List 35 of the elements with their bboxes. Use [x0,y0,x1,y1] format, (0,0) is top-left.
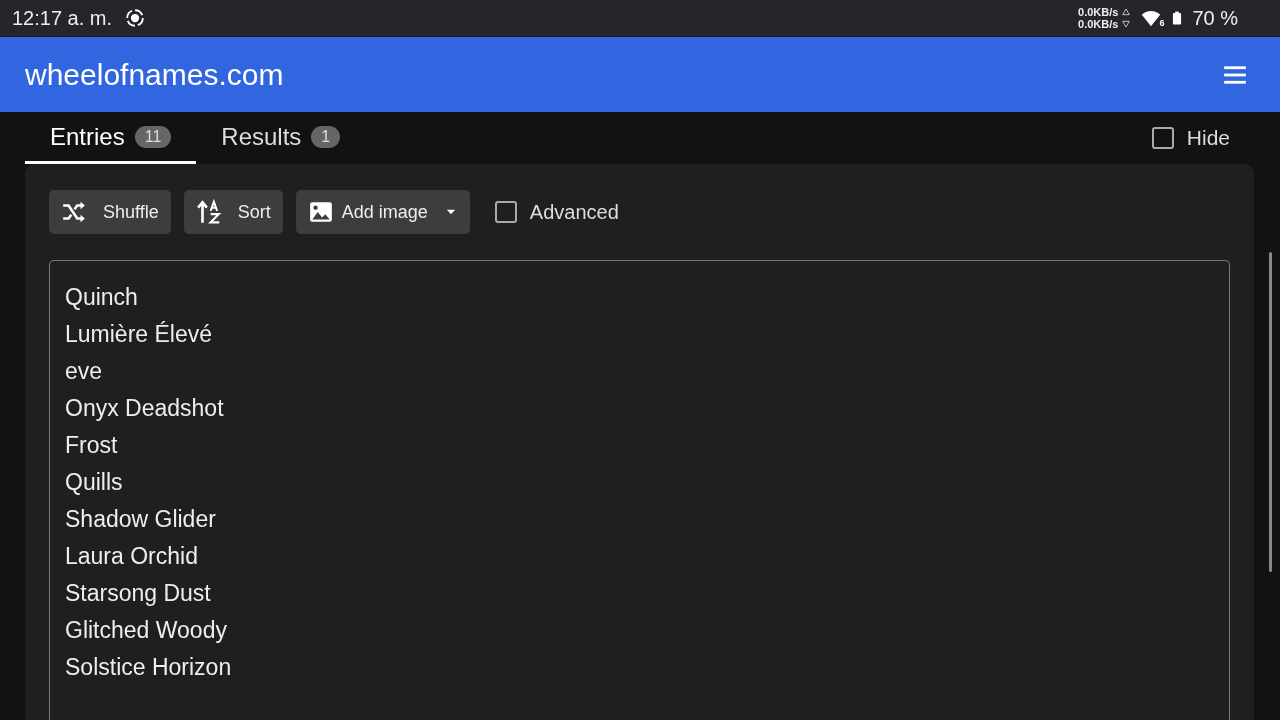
upload-speed: 0.0KB/s [1078,6,1119,18]
checkbox-label: Advanced [529,200,619,224]
entry-line: Quills [65,468,124,497]
shuffle-button[interactable]: Shuffle [49,190,171,234]
entry-line: Frost [65,431,119,460]
add-image-button[interactable]: Add image [295,190,470,234]
download-arrow-icon [1122,20,1131,28]
entry-line: Quinch [65,283,139,312]
checkbox[interactable] [494,201,517,223]
wifi-icon [1140,8,1163,28]
entry-line: Onyx Deadshot [65,394,225,423]
download-speed: 0.0KB/s [1078,18,1119,30]
entries-text-field[interactable]: Quinch Lumière Élevé eve Onyx Deadshot Frost Quills Shadow Glider Laura Orchid Starsong Dust Glitched Woody Solstice Horizon [49,260,1230,720]
sort-az-icon [195,199,222,225]
count-badge: 1 [311,125,341,148]
entry-line: Solstice Horizon [65,653,233,682]
upload-arrow-icon [1122,8,1131,16]
site-title[interactable]: wheelofnames.com [25,57,284,92]
tab[interactable]: Results 1 [196,112,366,164]
checkbox-label: Hide [1186,126,1230,150]
entry-line: eve [65,357,104,386]
wifi-generation-label: 6 [1159,18,1165,28]
battery-percentage: 70 % [1192,6,1238,30]
sort-button[interactable]: Sort [183,190,283,234]
entry-line: Shadow Glider [65,505,217,534]
entry-line: Laura Orchid [65,542,199,571]
entry-line: Glitched Woody [65,616,228,645]
record-icon [124,7,147,29]
entry-line: Lumière Élevé [65,320,214,349]
scrollbar[interactable] [1269,252,1272,572]
entry-line: Starsong Dust [65,579,212,608]
clock-time: 12:17 a. m. [12,6,113,30]
image-icon [307,199,334,225]
checkbox[interactable] [1151,127,1174,149]
count-badge: 11 [134,125,172,148]
